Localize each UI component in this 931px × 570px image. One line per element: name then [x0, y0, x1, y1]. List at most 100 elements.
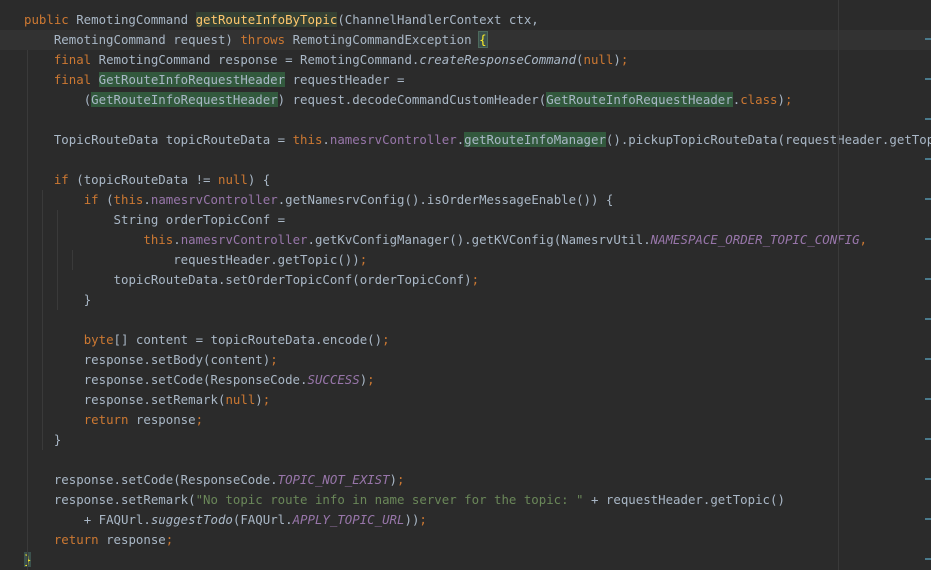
code-line[interactable]: response.setCode(ResponseCode.SUCCESS); — [0, 370, 931, 390]
code-token: this — [113, 192, 144, 207]
code-token: this — [143, 232, 174, 247]
code-token: namesrvController — [180, 232, 308, 247]
indent-guide — [27, 50, 28, 570]
code-token: ; — [382, 332, 390, 347]
code-line-content: this.namesrvController.getKvConfigManage… — [143, 230, 867, 250]
code-line[interactable]: TopicRouteData topicRouteData = this.nam… — [0, 130, 931, 150]
code-line[interactable]: } — [0, 430, 931, 450]
error-stripe-mark[interactable] — [925, 518, 931, 520]
code-token: (FAQUrl. — [232, 512, 293, 527]
code-token: null — [217, 172, 248, 187]
code-token: .getNamesrvConfig().isOrderMessageEnable… — [277, 192, 614, 207]
code-line-content: } — [84, 290, 91, 310]
code-line[interactable]: String orderTopicConf = — [0, 210, 931, 230]
code-line[interactable] — [0, 310, 931, 330]
error-stripe-mark[interactable] — [925, 478, 931, 480]
code-token: (topicRouteData != — [76, 172, 218, 187]
error-stripe-mark[interactable] — [925, 398, 931, 400]
code-token: ) request.decodeCommandCustomHeader( — [277, 92, 547, 107]
code-token: this — [292, 132, 323, 147]
code-editor[interactable]: public RemotingCommand getRouteInfoByTop… — [0, 0, 931, 570]
code-token: createResponseCommand — [419, 52, 577, 67]
code-token: ; — [165, 532, 174, 547]
code-token: RemotingCommandException — [292, 32, 480, 47]
code-line[interactable]: (GetRouteInfoRequestHeader) request.deco… — [0, 90, 931, 110]
code-token: (ChannelHandlerContext ctx, — [337, 12, 539, 27]
code-line-content: } — [54, 430, 61, 450]
error-stripe-mark[interactable] — [925, 358, 931, 360]
code-token: } — [83, 292, 92, 307]
error-stripe-mark[interactable] — [925, 318, 931, 320]
code-line[interactable]: if (this.namesrvController.getNamesrvCon… — [0, 190, 931, 210]
code-token: public — [24, 12, 77, 27]
code-line[interactable]: return response; — [0, 530, 931, 550]
code-line[interactable] — [0, 450, 931, 470]
code-line-content: response.setBody(content); — [84, 350, 278, 370]
code-token: ; — [419, 512, 427, 527]
code-token: SUCCESS — [307, 372, 360, 387]
code-line[interactable]: response.setRemark(null); — [0, 390, 931, 410]
code-line[interactable]: response.setBody(content); — [0, 350, 931, 370]
code-token: ; — [359, 252, 368, 267]
code-token: response.setBody(content) — [83, 352, 271, 367]
code-line-content: return response; — [84, 410, 203, 430]
code-token: byte — [83, 332, 114, 347]
code-line[interactable]: final GetRouteInfoRequestHeader requestH… — [0, 70, 931, 90]
error-stripe-mark[interactable] — [925, 78, 931, 80]
code-line[interactable]: response.setCode(ResponseCode.TOPIC_NOT_… — [0, 470, 931, 490]
error-stripe-mark[interactable] — [925, 238, 931, 240]
code-token: ( — [576, 52, 584, 67]
code-token: ; — [367, 372, 375, 387]
code-line-content: final RemotingCommand response = Remotin… — [54, 50, 628, 70]
code-line-content: (GetRouteInfoRequestHeader) request.deco… — [84, 90, 792, 110]
error-stripe-mark[interactable] — [925, 198, 931, 200]
code-line[interactable] — [0, 110, 931, 130]
code-line[interactable]: } — [0, 290, 931, 310]
code-token: null — [225, 392, 256, 407]
code-line[interactable]: topicRouteData.setOrderTopicConf(orderTo… — [0, 270, 931, 290]
code-line[interactable]: } — [0, 550, 931, 570]
code-token: final — [53, 52, 99, 67]
code-line[interactable]: public RemotingCommand getRouteInfoByTop… — [0, 10, 931, 30]
code-token: final — [53, 72, 99, 87]
code-token: RemotingCommand request) — [53, 32, 241, 47]
code-token: ; — [262, 392, 271, 407]
error-stripe-mark[interactable] — [925, 558, 931, 560]
code-line-content: byte[] content = topicRouteData.encode()… — [84, 330, 390, 350]
code-token: . — [322, 132, 330, 147]
code-line[interactable]: byte[] content = topicRouteData.encode()… — [0, 330, 931, 350]
code-line[interactable]: this.namesrvController.getKvConfigManage… — [0, 230, 931, 250]
code-token: TOPIC_NOT_EXIST — [277, 472, 390, 487]
code-line[interactable]: RemotingCommand request) throws Remoting… — [0, 30, 931, 50]
error-stripe-mark[interactable] — [925, 438, 931, 440]
code-token: response — [135, 412, 196, 427]
code-line-content: response.setCode(ResponseCode.SUCCESS); — [84, 370, 375, 390]
code-token: } — [53, 432, 62, 447]
code-token: NAMESPACE_ORDER_TOPIC_CONFIG — [650, 232, 860, 247]
code-token: requestHeader.getTopic()) — [173, 252, 360, 267]
code-token: throws — [240, 32, 293, 47]
code-line-content: topicRouteData.setOrderTopicConf(orderTo… — [114, 270, 480, 290]
code-line-content: + FAQUrl.suggestTodo(FAQUrl.APPLY_TOPIC_… — [84, 510, 427, 530]
error-stripe-mark[interactable] — [925, 38, 931, 40]
code-token: response.setCode(ResponseCode. — [83, 372, 308, 387]
code-token: "No topic route info in name server for … — [195, 492, 584, 507]
code-line-content: return response; — [54, 530, 173, 550]
code-token: return — [83, 412, 136, 427]
indent-guide — [41, 190, 43, 450]
indent-guide — [71, 250, 73, 270]
code-line[interactable]: final RemotingCommand response = Remotin… — [0, 50, 931, 70]
code-token: ; — [620, 52, 629, 67]
error-stripe-mark[interactable] — [925, 278, 931, 280]
code-line-content: public RemotingCommand getRouteInfoByTop… — [24, 10, 539, 30]
code-line[interactable]: return response; — [0, 410, 931, 430]
code-line[interactable]: + FAQUrl.suggestTodo(FAQUrl.APPLY_TOPIC_… — [0, 510, 931, 530]
code-line[interactable] — [0, 150, 931, 170]
error-stripe-mark[interactable] — [925, 158, 931, 160]
code-token: ) — [389, 472, 398, 487]
code-line[interactable]: if (topicRouteData != null) { — [0, 170, 931, 190]
code-line[interactable]: response.setRemark("No topic route info … — [0, 490, 931, 510]
error-stripe-mark[interactable] — [925, 118, 931, 120]
code-line-content: final GetRouteInfoRequestHeader requestH… — [53, 70, 404, 90]
code-line[interactable]: requestHeader.getTopic()); — [0, 250, 931, 270]
